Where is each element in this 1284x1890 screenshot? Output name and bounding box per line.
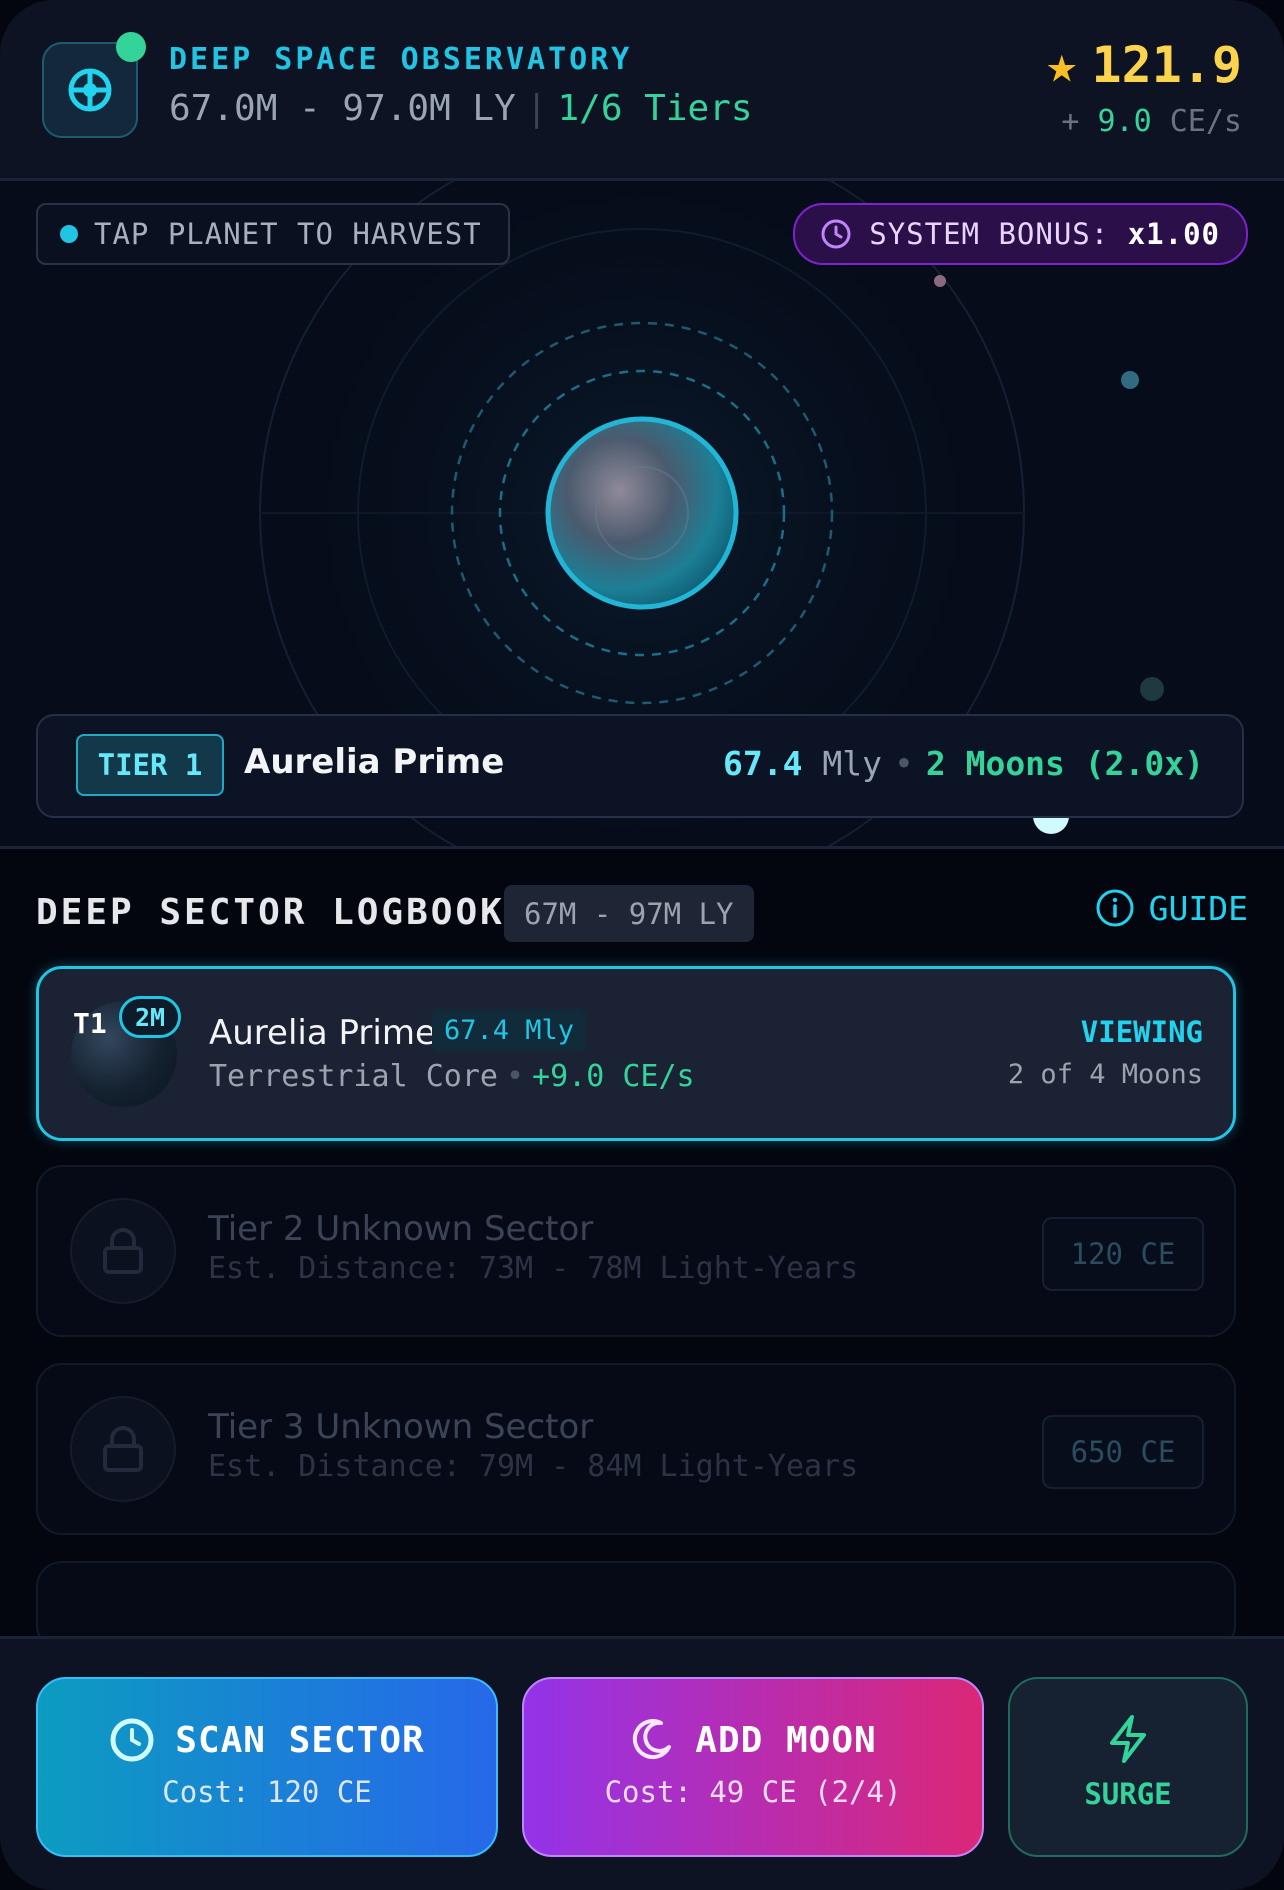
- planet-moons: 2 Moons (2.0x): [925, 744, 1204, 783]
- planet-distance: 67.4: [723, 744, 803, 783]
- hint-text: TAP PLANET TO HARVEST: [94, 217, 482, 251]
- bonus-value: x1.00: [1127, 217, 1220, 251]
- moon-label: ADD MOON: [695, 1719, 877, 1761]
- moon-dot: [934, 275, 946, 287]
- surge-icon-wrap: [1010, 1713, 1246, 1765]
- entry-type: Terrestrial Core: [209, 1059, 498, 1094]
- action-bar: SCAN SECTOR Cost: 120 CE ADD MOON Cost: …: [0, 1636, 1284, 1890]
- rate-unit: CE/s: [1169, 104, 1242, 139]
- scan-label: SCAN SECTOR: [175, 1719, 425, 1761]
- entry-name: Aurelia Prime: [209, 1013, 436, 1053]
- lock-avatar: [70, 1198, 176, 1304]
- scan-sector-button[interactable]: SCAN SECTOR Cost: 120 CE: [36, 1677, 498, 1857]
- moon-dot: [1121, 371, 1139, 389]
- logbook-entry-tier-3[interactable]: Tier 3 Unknown Sector Est. Distance: 79M…: [36, 1363, 1236, 1535]
- planet-stats: 67.4 Mly • 2 Moons (2.0x): [723, 744, 1204, 783]
- surge-label: SURGE: [1084, 1777, 1172, 1811]
- entry-estimate: Est. Distance: 79M - 84M Light-Years: [208, 1449, 859, 1484]
- scan-cost: Cost: 120 CE: [162, 1775, 372, 1809]
- online-status-dot: [116, 32, 146, 62]
- range-summary: 67.0M - 97.0M LY | 1/6 Tiers: [169, 88, 753, 129]
- viewing-status: VIEWING: [1080, 1015, 1203, 1049]
- bullet: •: [893, 744, 914, 783]
- entry-distance-tag: 67.4 Mly: [432, 1009, 587, 1051]
- moons-count: 2 of 4 Moons: [1007, 1059, 1203, 1090]
- logbook-range: 67M - 97M LY: [504, 885, 754, 942]
- info-icon: [1096, 889, 1134, 927]
- separator: |: [525, 88, 548, 129]
- surge-button[interactable]: SURGE: [1008, 1677, 1248, 1857]
- moon-button-row: ADD MOON: [524, 1717, 982, 1763]
- entry-details: Terrestrial Core • +9.0 CE/s: [209, 1059, 695, 1094]
- lock-icon: [103, 1228, 143, 1274]
- tier-short-label: T1: [73, 1007, 107, 1040]
- planet-name: Aurelia Prime: [244, 742, 505, 782]
- score-value: 121.9: [1091, 36, 1242, 94]
- moon-icon: [633, 1719, 672, 1760]
- hint-dot: [60, 225, 78, 243]
- entry-name: Tier 2 Unknown Sector: [208, 1209, 594, 1249]
- lock-icon: [103, 1426, 143, 1472]
- unlock-cost: 120 CE: [1042, 1217, 1204, 1291]
- entry-rate: +9.0 CE/s: [532, 1059, 695, 1094]
- app-title: DEEP SPACE OBSERVATORY: [169, 42, 633, 77]
- logbook-entry-aurelia-prime[interactable]: T1 2M Aurelia Prime 67.4 Mly Terrestrial…: [36, 966, 1236, 1141]
- star-icon: ★: [1046, 35, 1078, 95]
- system-bonus-badge: SYSTEM BONUS: x1.00: [793, 203, 1248, 265]
- guide-label: GUIDE: [1148, 888, 1248, 928]
- planet-aurelia-prime[interactable]: [545, 416, 739, 610]
- bullet: •: [505, 1059, 525, 1094]
- bonus-label: SYSTEM BONUS:: [869, 217, 1110, 251]
- score-display: ★ 121.9: [1046, 36, 1242, 94]
- bonus-text: SYSTEM BONUS: x1.00: [869, 217, 1220, 251]
- clock-icon: [110, 1718, 154, 1762]
- tier-progress: 1/6 Tiers: [557, 88, 753, 129]
- tier-badge: TIER 1: [76, 734, 224, 796]
- logbook-title: DEEP SECTOR LOGBOOK: [36, 892, 505, 933]
- unlock-cost: 650 CE: [1042, 1415, 1204, 1489]
- top-header: DEEP SPACE OBSERVATORY 67.0M - 97.0M LY |…: [0, 0, 1284, 181]
- moon-dot: [1140, 677, 1164, 701]
- distance-range: 67.0M - 97.0M LY: [169, 88, 516, 129]
- lock-avatar: [70, 1396, 176, 1502]
- clock-icon: [821, 219, 851, 249]
- moon-cost: Cost: 49 CE (2/4): [604, 1775, 902, 1809]
- harvest-hint: TAP PLANET TO HARVEST: [36, 203, 510, 265]
- add-moon-button[interactable]: ADD MOON Cost: 49 CE (2/4): [522, 1677, 984, 1857]
- guide-button[interactable]: GUIDE: [1095, 888, 1248, 928]
- app-frame: DEEP SPACE OBSERVATORY 67.0M - 97.0M LY |…: [0, 0, 1284, 1890]
- rate-prefix: +: [1061, 104, 1080, 139]
- moon-count-badge: 2M: [119, 996, 181, 1038]
- entry-name: Tier 3 Unknown Sector: [208, 1407, 594, 1447]
- planet-info-bar: TIER 1 Aurelia Prime 67.4 Mly • 2 Moons (2…: [36, 714, 1244, 818]
- entry-estimate: Est. Distance: 73M - 78M Light-Years: [208, 1251, 859, 1286]
- rate-value: 9.0: [1097, 104, 1152, 139]
- planet-viewport: TAP PLANET TO HARVEST SYSTEM BONUS: x1.0…: [0, 181, 1284, 849]
- scan-button-row: SCAN SECTOR: [38, 1717, 496, 1763]
- income-rate: + 9.0 CE/s: [1061, 104, 1242, 139]
- logbook-entry-tier-2[interactable]: Tier 2 Unknown Sector Est. Distance: 73M…: [36, 1165, 1236, 1337]
- lightning-icon: [1110, 1715, 1146, 1763]
- distance-unit: Mly: [822, 744, 882, 783]
